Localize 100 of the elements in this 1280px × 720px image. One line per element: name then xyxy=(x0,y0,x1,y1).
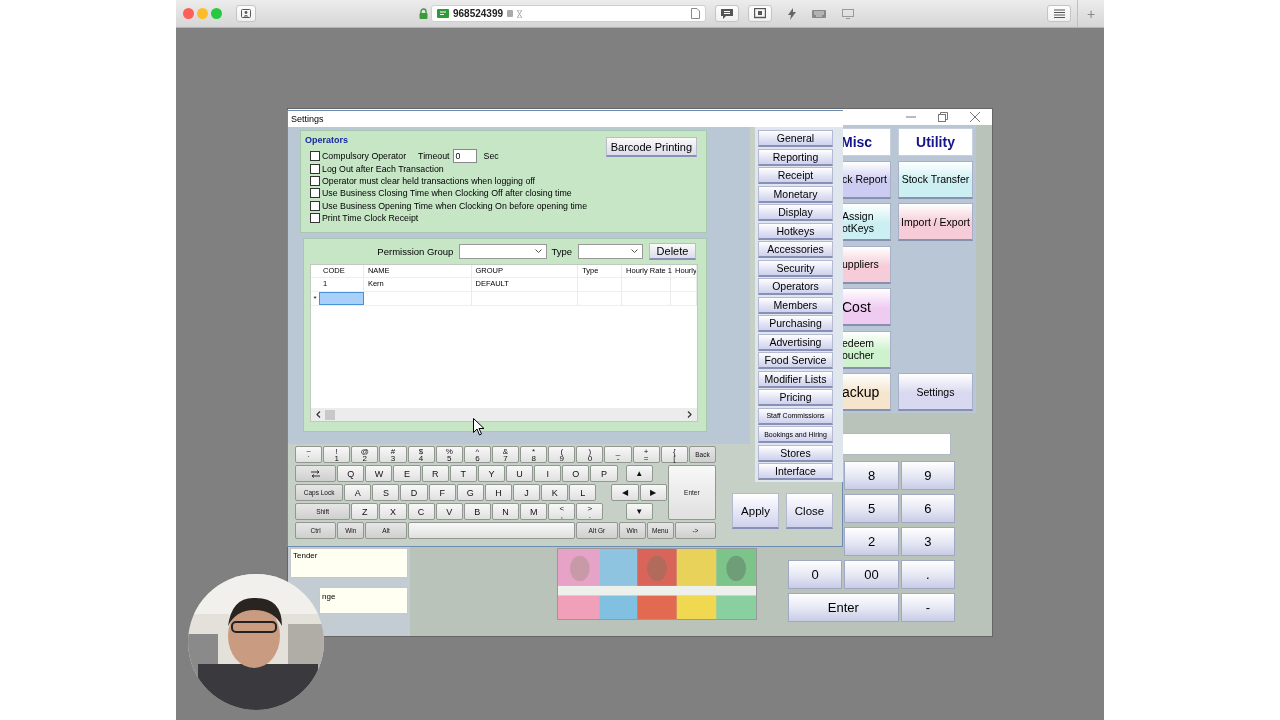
scroll-thumb[interactable] xyxy=(325,409,335,420)
section-button[interactable]: Purchasing xyxy=(758,315,833,332)
keyboard-key[interactable]: D xyxy=(400,484,428,501)
horizontal-scrollbar[interactable] xyxy=(311,408,697,421)
close-button[interactable]: Close xyxy=(786,493,833,529)
keyboard-key[interactable]: C xyxy=(407,503,435,520)
keypad-key[interactable]: 9 xyxy=(900,461,955,490)
keypad-key[interactable]: 00 xyxy=(844,560,899,589)
keyboard-key[interactable]: F xyxy=(428,484,456,501)
function-button[interactable]: Cost xyxy=(841,288,891,326)
keypad-key[interactable]: - xyxy=(900,593,955,622)
section-button[interactable]: Reporting xyxy=(758,148,833,166)
function-button[interactable]: Assign otKeys xyxy=(841,203,891,241)
keyboard-key[interactable]: J xyxy=(513,484,541,501)
section-button[interactable]: Hotkeys xyxy=(758,222,833,240)
display-icon[interactable] xyxy=(842,8,854,19)
keypad-key[interactable]: Enter xyxy=(788,593,899,622)
keyboard-key[interactable]: W xyxy=(365,465,393,482)
keyboard-key[interactable]: H xyxy=(484,484,513,501)
function-button[interactable]: Stock Transfer xyxy=(898,160,973,199)
permission-group-dropdown[interactable] xyxy=(459,243,548,259)
keyboard-key[interactable]: P xyxy=(590,465,618,482)
keyboard-key[interactable]: U xyxy=(506,465,534,482)
keypad-key[interactable]: 8 xyxy=(844,461,899,490)
delete-button[interactable]: Delete xyxy=(649,242,696,260)
keyboard-key[interactable]: # 3 xyxy=(379,446,407,463)
type-dropdown[interactable] xyxy=(578,243,643,259)
section-button[interactable]: Members xyxy=(758,296,833,314)
keyboard-icon[interactable] xyxy=(812,9,826,18)
checkbox[interactable] xyxy=(310,163,320,174)
checkbox[interactable] xyxy=(310,188,320,199)
section-button[interactable]: Advertising xyxy=(758,333,833,351)
checkbox[interactable] xyxy=(310,200,320,211)
comment-button[interactable] xyxy=(715,5,739,22)
address-bar[interactable]: 968524399 xyxy=(431,5,706,22)
section-button[interactable]: General xyxy=(758,130,833,147)
function-button[interactable]: edeem oucher xyxy=(841,330,891,369)
keypad-key[interactable]: 6 xyxy=(900,494,955,523)
keyboard-key[interactable]: % 5 xyxy=(435,446,463,463)
keyboard-key[interactable]: ▶ xyxy=(639,484,667,501)
keyboard-key[interactable]: ◀ xyxy=(611,484,639,501)
keyboard-key[interactable]: Y xyxy=(477,465,505,482)
keyboard-key[interactable]: L xyxy=(569,484,597,501)
apply-button[interactable]: Apply xyxy=(732,493,779,529)
section-button[interactable]: Display xyxy=(758,204,833,221)
section-button[interactable]: Operators xyxy=(758,278,833,295)
keyboard-key[interactable] xyxy=(407,522,576,539)
section-button[interactable]: Interface xyxy=(758,463,833,480)
screenshot-button[interactable] xyxy=(748,5,772,22)
function-button[interactable]: ck Report xyxy=(841,160,891,199)
keyboard-key[interactable]: + = xyxy=(632,446,660,463)
keyboard-key[interactable]: ▲ xyxy=(625,465,653,482)
keyboard-key[interactable]: K xyxy=(541,484,569,501)
keyboard-key[interactable]: Q xyxy=(337,465,365,482)
section-button[interactable]: Monetary xyxy=(758,185,833,203)
restore-icon[interactable] xyxy=(938,112,948,122)
sidebar-button[interactable] xyxy=(236,5,256,22)
keyboard-key[interactable] xyxy=(295,465,337,482)
section-button[interactable]: Food Service xyxy=(758,352,833,369)
keypad-key[interactable]: 5 xyxy=(844,494,899,523)
keyboard-key[interactable]: ▼ xyxy=(625,503,653,520)
menu-button[interactable] xyxy=(1047,5,1071,22)
keyboard-key[interactable]: G xyxy=(456,484,484,501)
active-cell[interactable] xyxy=(319,292,364,305)
function-button[interactable]: Settings xyxy=(898,373,973,411)
section-button[interactable]: Modifier Lists xyxy=(758,370,833,388)
section-button[interactable]: Pricing xyxy=(758,389,833,406)
keyboard-key[interactable]: B xyxy=(463,503,491,520)
keyboard-key[interactable]: > . xyxy=(576,503,604,520)
keyboard-key[interactable]: _ - xyxy=(604,446,632,463)
window-close-button[interactable] xyxy=(183,8,194,19)
keyboard-key[interactable]: < , xyxy=(548,503,576,520)
keyboard-key[interactable]: ~ ` xyxy=(295,446,323,463)
keyboard-key[interactable]: X xyxy=(379,503,407,520)
category-button[interactable]: Utility xyxy=(898,128,973,156)
keyboard-key[interactable]: @ 2 xyxy=(351,446,379,463)
timeout-field[interactable]: 0 xyxy=(452,149,477,164)
keyboard-key[interactable]: Z xyxy=(351,503,379,520)
checkbox[interactable] xyxy=(310,175,320,186)
keyboard-key[interactable]: $ 4 xyxy=(407,446,435,463)
keyboard-key[interactable]: ^ 6 xyxy=(463,446,491,463)
keyboard-key[interactable]: R xyxy=(421,465,449,482)
section-button[interactable]: Receipt xyxy=(758,167,833,184)
keyboard-key[interactable]: I xyxy=(534,465,562,482)
keypad-key[interactable]: 2 xyxy=(844,527,899,556)
bolt-icon[interactable] xyxy=(788,7,796,20)
chevron-right-icon[interactable] xyxy=(687,411,692,418)
function-button[interactable]: uppliers xyxy=(841,245,891,284)
keyboard-key[interactable]: N xyxy=(491,503,520,520)
function-button[interactable]: Import / Export xyxy=(898,203,973,241)
section-button[interactable]: Security xyxy=(758,259,833,277)
keypad-key[interactable]: 0 xyxy=(788,560,843,589)
keyboard-key[interactable]: A xyxy=(344,484,372,501)
section-button[interactable]: Stores xyxy=(758,444,833,462)
amount-field[interactable] xyxy=(841,433,951,455)
section-button[interactable]: Accessories xyxy=(758,241,833,258)
keyboard-key[interactable]: ) 0 xyxy=(576,446,604,463)
keyboard-key[interactable]: ( 9 xyxy=(548,446,576,463)
checkbox[interactable] xyxy=(310,151,320,162)
keyboard-key[interactable]: M xyxy=(520,503,548,520)
